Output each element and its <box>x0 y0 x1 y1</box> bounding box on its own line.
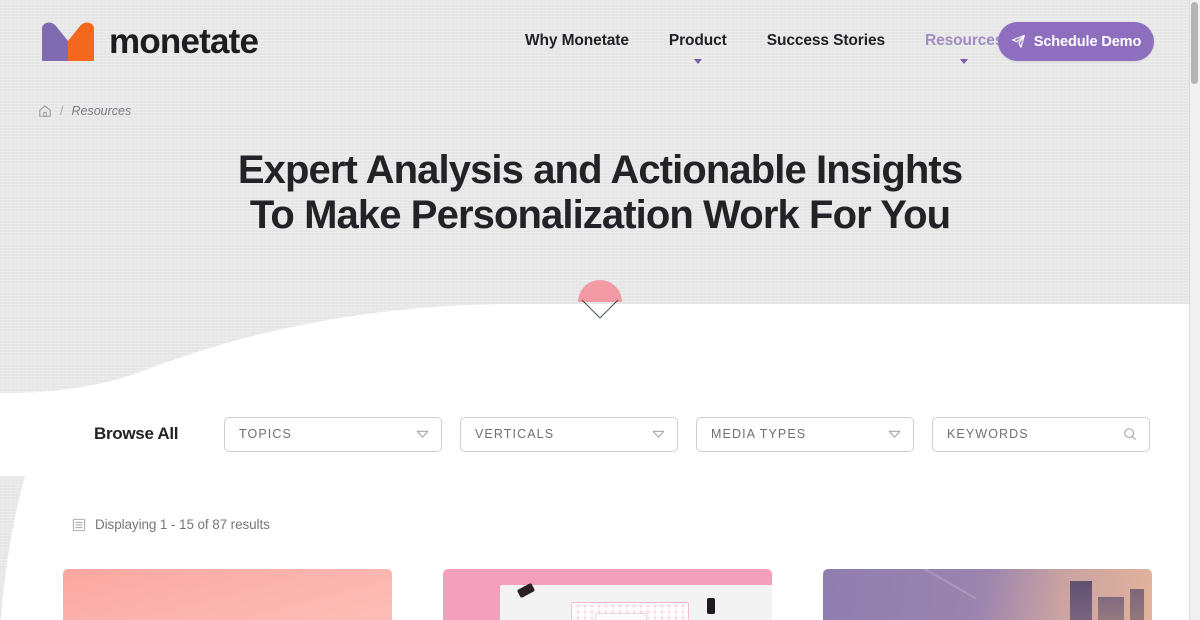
paper-plane-icon <box>1011 34 1025 48</box>
building-shape <box>1130 589 1144 620</box>
media-types-dropdown-label: MEDIA TYPES <box>711 427 807 441</box>
main-navigation: Why Monetate Product Success Stories Res… <box>505 0 1023 82</box>
nav-item-why-monetate[interactable]: Why Monetate <box>505 32 649 50</box>
resource-card[interactable] <box>823 569 1152 620</box>
filter-bar: Browse All TOPICS VERTICALS MEDIA TYPES … <box>0 416 1200 452</box>
keywords-placeholder: KEYWORDS <box>947 427 1029 441</box>
page-title-line-2: To Make Personalization Work For You <box>249 192 951 237</box>
page-scrollbar-thumb[interactable] <box>1191 2 1198 84</box>
resource-card[interactable] <box>63 569 392 620</box>
home-icon[interactable] <box>38 104 52 118</box>
chevron-down-icon <box>652 430 665 438</box>
results-count: Displaying 1 - 15 of 87 results <box>72 517 270 532</box>
topics-dropdown-label: TOPICS <box>239 427 292 441</box>
resource-card[interactable] <box>443 569 772 620</box>
page-title-line-1: Expert Analysis and Actionable Insights <box>237 148 963 192</box>
breadcrumb-separator: / <box>60 104 64 118</box>
nav-label: Why Monetate <box>525 32 629 49</box>
media-types-dropdown[interactable]: MEDIA TYPES <box>696 416 914 452</box>
chevron-down-icon <box>693 59 702 64</box>
resource-card-grid <box>63 569 1153 620</box>
topics-dropdown[interactable]: TOPICS <box>224 416 442 452</box>
keywords-search-field[interactable]: KEYWORDS <box>932 416 1150 452</box>
schedule-demo-label: Schedule Demo <box>1033 33 1142 50</box>
building-shape <box>1070 581 1092 620</box>
page-root: monetate Why Monetate Product Success St… <box>0 0 1200 620</box>
schedule-demo-button[interactable]: Schedule Demo <box>998 22 1154 61</box>
list-view-icon <box>72 518 86 531</box>
monetate-logo-mark-icon <box>42 22 94 61</box>
breadcrumb-current: Resources <box>71 104 132 118</box>
chevron-down-icon <box>416 430 429 438</box>
paper-decoration <box>595 613 647 620</box>
breadcrumb: / Resources <box>38 104 131 118</box>
nav-label: Success Stories <box>766 32 885 49</box>
brand-logo[interactable]: monetate <box>40 19 259 63</box>
building-shape <box>1098 597 1124 620</box>
brand-wordmark: monetate <box>109 21 259 61</box>
verticals-dropdown-label: VERTICALS <box>475 427 555 441</box>
nav-label: Resources <box>924 32 1004 49</box>
page-scrollbar-track[interactable] <box>1189 0 1200 620</box>
diamond-outline-icon <box>581 299 619 319</box>
chevron-down-icon <box>888 430 901 438</box>
search-icon[interactable] <box>1123 427 1137 441</box>
verticals-dropdown[interactable]: VERTICALS <box>460 416 678 452</box>
page-title: Expert Analysis and Actionable Insights … <box>0 148 1200 238</box>
phone-decoration <box>707 598 715 614</box>
nav-item-product[interactable]: Product <box>649 32 747 64</box>
purple-cityscape-gradient-thumbnail <box>837 569 977 620</box>
results-count-text: Displaying 1 - 15 of 87 results <box>95 517 270 532</box>
nav-label: Product <box>668 32 727 49</box>
site-header: monetate Why Monetate Product Success St… <box>0 0 1200 82</box>
nav-item-success-stories[interactable]: Success Stories <box>747 32 905 50</box>
pink-fan-diamond-decoration <box>576 278 624 324</box>
browse-all-label: Browse All <box>94 424 179 443</box>
chevron-down-icon <box>960 59 969 64</box>
